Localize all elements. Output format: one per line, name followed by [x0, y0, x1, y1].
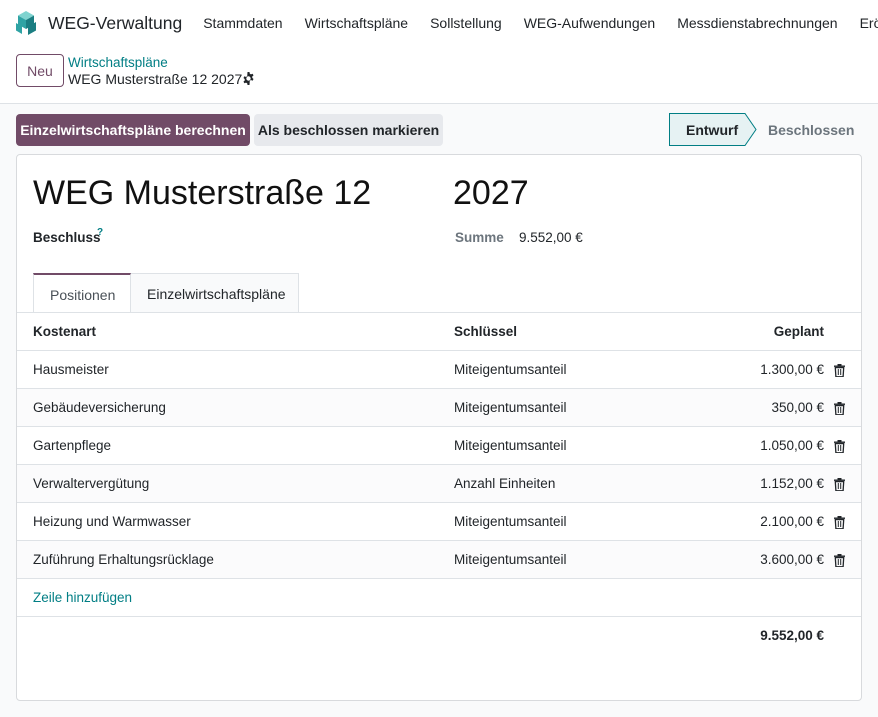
cell-geplant[interactable]: 350,00 €	[771, 400, 824, 415]
menu-sollstellung[interactable]: Sollstellung	[419, 15, 513, 31]
mark-decided-button[interactable]: Als beschlossen markieren	[254, 114, 443, 146]
table-row[interactable]: Zuführung Erhaltungsrücklage Miteigentum…	[17, 541, 861, 579]
cell-geplant[interactable]: 1.050,00 €	[760, 438, 824, 453]
trash-icon[interactable]	[834, 364, 845, 380]
trash-icon[interactable]	[834, 440, 845, 456]
plan-name-field[interactable]: WEG Musterstraße 12	[33, 174, 371, 213]
col-header-geplant[interactable]: Geplant	[774, 324, 824, 339]
cell-schluessel[interactable]: Miteigentumsanteil	[454, 362, 567, 377]
cell-kostenart[interactable]: Zuführung Erhaltungsrücklage	[33, 552, 214, 567]
cell-kostenart[interactable]: Heizung und Warmwasser	[33, 514, 191, 529]
app-logo-icon[interactable]	[12, 9, 40, 37]
cell-schluessel[interactable]: Anzahl Einheiten	[454, 476, 555, 491]
menu-weg-aufwendungen[interactable]: WEG-Aufwendungen	[513, 15, 667, 31]
cell-schluessel[interactable]: Miteigentumsanteil	[454, 514, 567, 529]
summe-value: 9.552,00 €	[519, 230, 583, 245]
trash-icon[interactable]	[834, 516, 845, 532]
trash-icon[interactable]	[834, 554, 845, 570]
menu-messdienstabrechnungen[interactable]: Messdienstabrechnungen	[666, 15, 848, 31]
table-row[interactable]: Gebäudeversicherung Miteigentumsanteil 3…	[17, 389, 861, 427]
menu-stammdaten[interactable]: Stammdaten	[192, 15, 293, 31]
cell-kostenart[interactable]: Gartenpflege	[33, 438, 111, 453]
table-header: Kostenart Schlüssel Geplant	[17, 313, 861, 351]
cell-geplant[interactable]: 3.600,00 €	[760, 552, 824, 567]
menu-eroeffnung[interactable]: Eröffn	[849, 15, 878, 31]
cell-schluessel[interactable]: Miteigentumsanteil	[454, 400, 567, 415]
add-line-row: Zeile hinzufügen	[17, 579, 861, 617]
cell-geplant[interactable]: 1.152,00 €	[760, 476, 824, 491]
calculate-plans-button[interactable]: Einzelwirtschaftspläne berechnen	[16, 114, 250, 146]
breadcrumb-link[interactable]: Wirtschaftspläne	[68, 55, 168, 70]
cell-kostenart[interactable]: Gebäudeversicherung	[33, 400, 166, 415]
control-panel: Neu Wirtschaftspläne WEG Musterstraße 12…	[0, 46, 878, 104]
record-title: WEG Musterstraße 12 2027	[68, 71, 243, 87]
positions-table: Kostenart Schlüssel Geplant Hausmeister …	[17, 313, 861, 655]
cell-schluessel[interactable]: Miteigentumsanteil	[454, 552, 567, 567]
cell-kostenart[interactable]: Hausmeister	[33, 362, 109, 377]
new-button[interactable]: Neu	[16, 54, 64, 87]
col-header-kostenart[interactable]: Kostenart	[33, 324, 96, 339]
table-footer: 9.552,00 €	[17, 617, 861, 655]
add-line-link[interactable]: Zeile hinzufügen	[33, 590, 132, 605]
app-name[interactable]: WEG-Verwaltung	[48, 13, 182, 34]
beschluss-label: Beschluss	[33, 230, 101, 245]
status-bar: Entwurf Beschlossen	[669, 113, 862, 146]
col-header-schluessel[interactable]: Schlüssel	[454, 324, 517, 339]
top-navbar: WEG-Verwaltung Stammdaten Wirtschaftsplä…	[0, 0, 878, 46]
cell-schluessel[interactable]: Miteigentumsanteil	[454, 438, 567, 453]
cell-kostenart[interactable]: Verwaltervergütung	[33, 476, 149, 491]
menu-wirtschaftsplaene[interactable]: Wirtschaftspläne	[294, 15, 419, 31]
summe-label: Summe	[455, 230, 504, 245]
trash-icon[interactable]	[834, 402, 845, 418]
cell-geplant[interactable]: 2.100,00 €	[760, 514, 824, 529]
tab-positionen[interactable]: Positionen	[33, 273, 131, 313]
status-entwurf[interactable]: Entwurf	[686, 122, 738, 138]
form-sheet: WEG Musterstraße 12 2027 Beschluss ? Sum…	[16, 154, 862, 701]
gear-icon[interactable]	[242, 72, 255, 88]
help-tooltip-icon[interactable]: ?	[97, 227, 103, 238]
total-geplant: 9.552,00 €	[760, 628, 824, 643]
plan-year-field[interactable]: 2027	[453, 174, 529, 213]
table-row[interactable]: Heizung und Warmwasser Miteigentumsantei…	[17, 503, 861, 541]
notebook-tabs: Positionen Einzelwirtschaftspläne	[33, 273, 299, 313]
trash-icon[interactable]	[834, 478, 845, 494]
table-row[interactable]: Verwaltervergütung Anzahl Einheiten 1.15…	[17, 465, 861, 503]
cell-geplant[interactable]: 1.300,00 €	[760, 362, 824, 377]
table-row[interactable]: Hausmeister Miteigentumsanteil 1.300,00 …	[17, 351, 861, 389]
table-row[interactable]: Gartenpflege Miteigentumsanteil 1.050,00…	[17, 427, 861, 465]
status-beschlossen[interactable]: Beschlossen	[768, 122, 854, 138]
tab-einzelwirtschaftsplaene[interactable]: Einzelwirtschaftspläne	[131, 273, 299, 313]
